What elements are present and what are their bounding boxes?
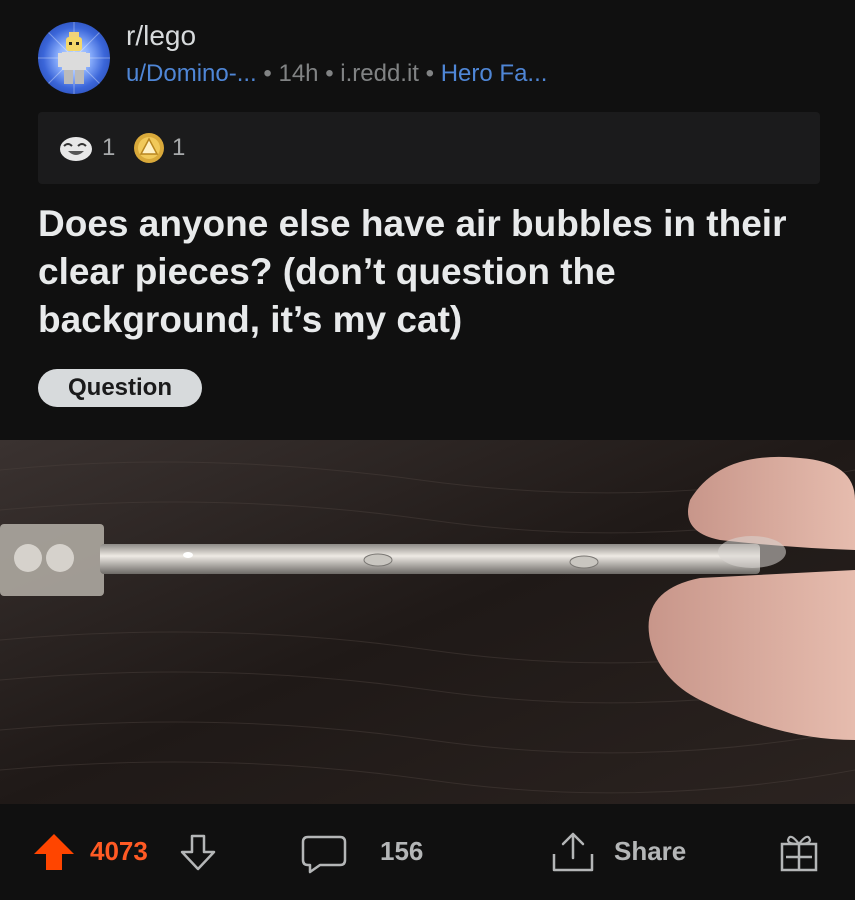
- post-flair-tag[interactable]: Question: [38, 369, 202, 407]
- author-link[interactable]: u/Domino-...: [126, 60, 257, 87]
- post-image[interactable]: [0, 440, 855, 804]
- meta-separator: •: [263, 60, 279, 87]
- meta-separator: •: [325, 60, 341, 87]
- meta-separator: •: [425, 60, 441, 87]
- award-item[interactable]: 1: [132, 132, 185, 164]
- post-header: r/lego u/Domino-... • 14h • i.redd.it • …: [0, 0, 855, 110]
- vote-count: 4073: [90, 836, 148, 866]
- laughing-award-icon: [60, 137, 92, 161]
- awards-bar[interactable]: 1 1: [38, 112, 820, 184]
- award-count: 1: [172, 134, 186, 161]
- subreddit-avatar[interactable]: [38, 22, 110, 94]
- award-count: 1: [102, 134, 116, 161]
- comment-bubble-icon[interactable]: [300, 834, 348, 874]
- post-title[interactable]: Does anyone else have air bubbles in the…: [38, 200, 818, 344]
- subreddit-name[interactable]: r/lego: [126, 20, 196, 52]
- action-bar: 4073 156 Share: [0, 808, 855, 900]
- user-flair: Hero Fa...: [440, 60, 548, 87]
- comment-count[interactable]: 156: [380, 836, 423, 867]
- downvote-arrow-icon[interactable]: [178, 834, 218, 872]
- lego-minifig-icon: [38, 22, 110, 94]
- share-button[interactable]: Share: [614, 836, 686, 867]
- gold-award-icon: [134, 133, 164, 163]
- award-gift-icon[interactable]: [776, 830, 822, 874]
- upvote-arrow-icon[interactable]: [32, 832, 76, 872]
- post-domain[interactable]: i.redd.it: [340, 60, 419, 87]
- post-age: 14h: [278, 60, 319, 87]
- post-meta: u/Domino-... • 14h • i.redd.it • Hero Fa…: [126, 60, 547, 88]
- share-icon[interactable]: [550, 830, 596, 874]
- award-item[interactable]: 1: [58, 132, 115, 164]
- clear-lego-bar-photo: [0, 440, 855, 804]
